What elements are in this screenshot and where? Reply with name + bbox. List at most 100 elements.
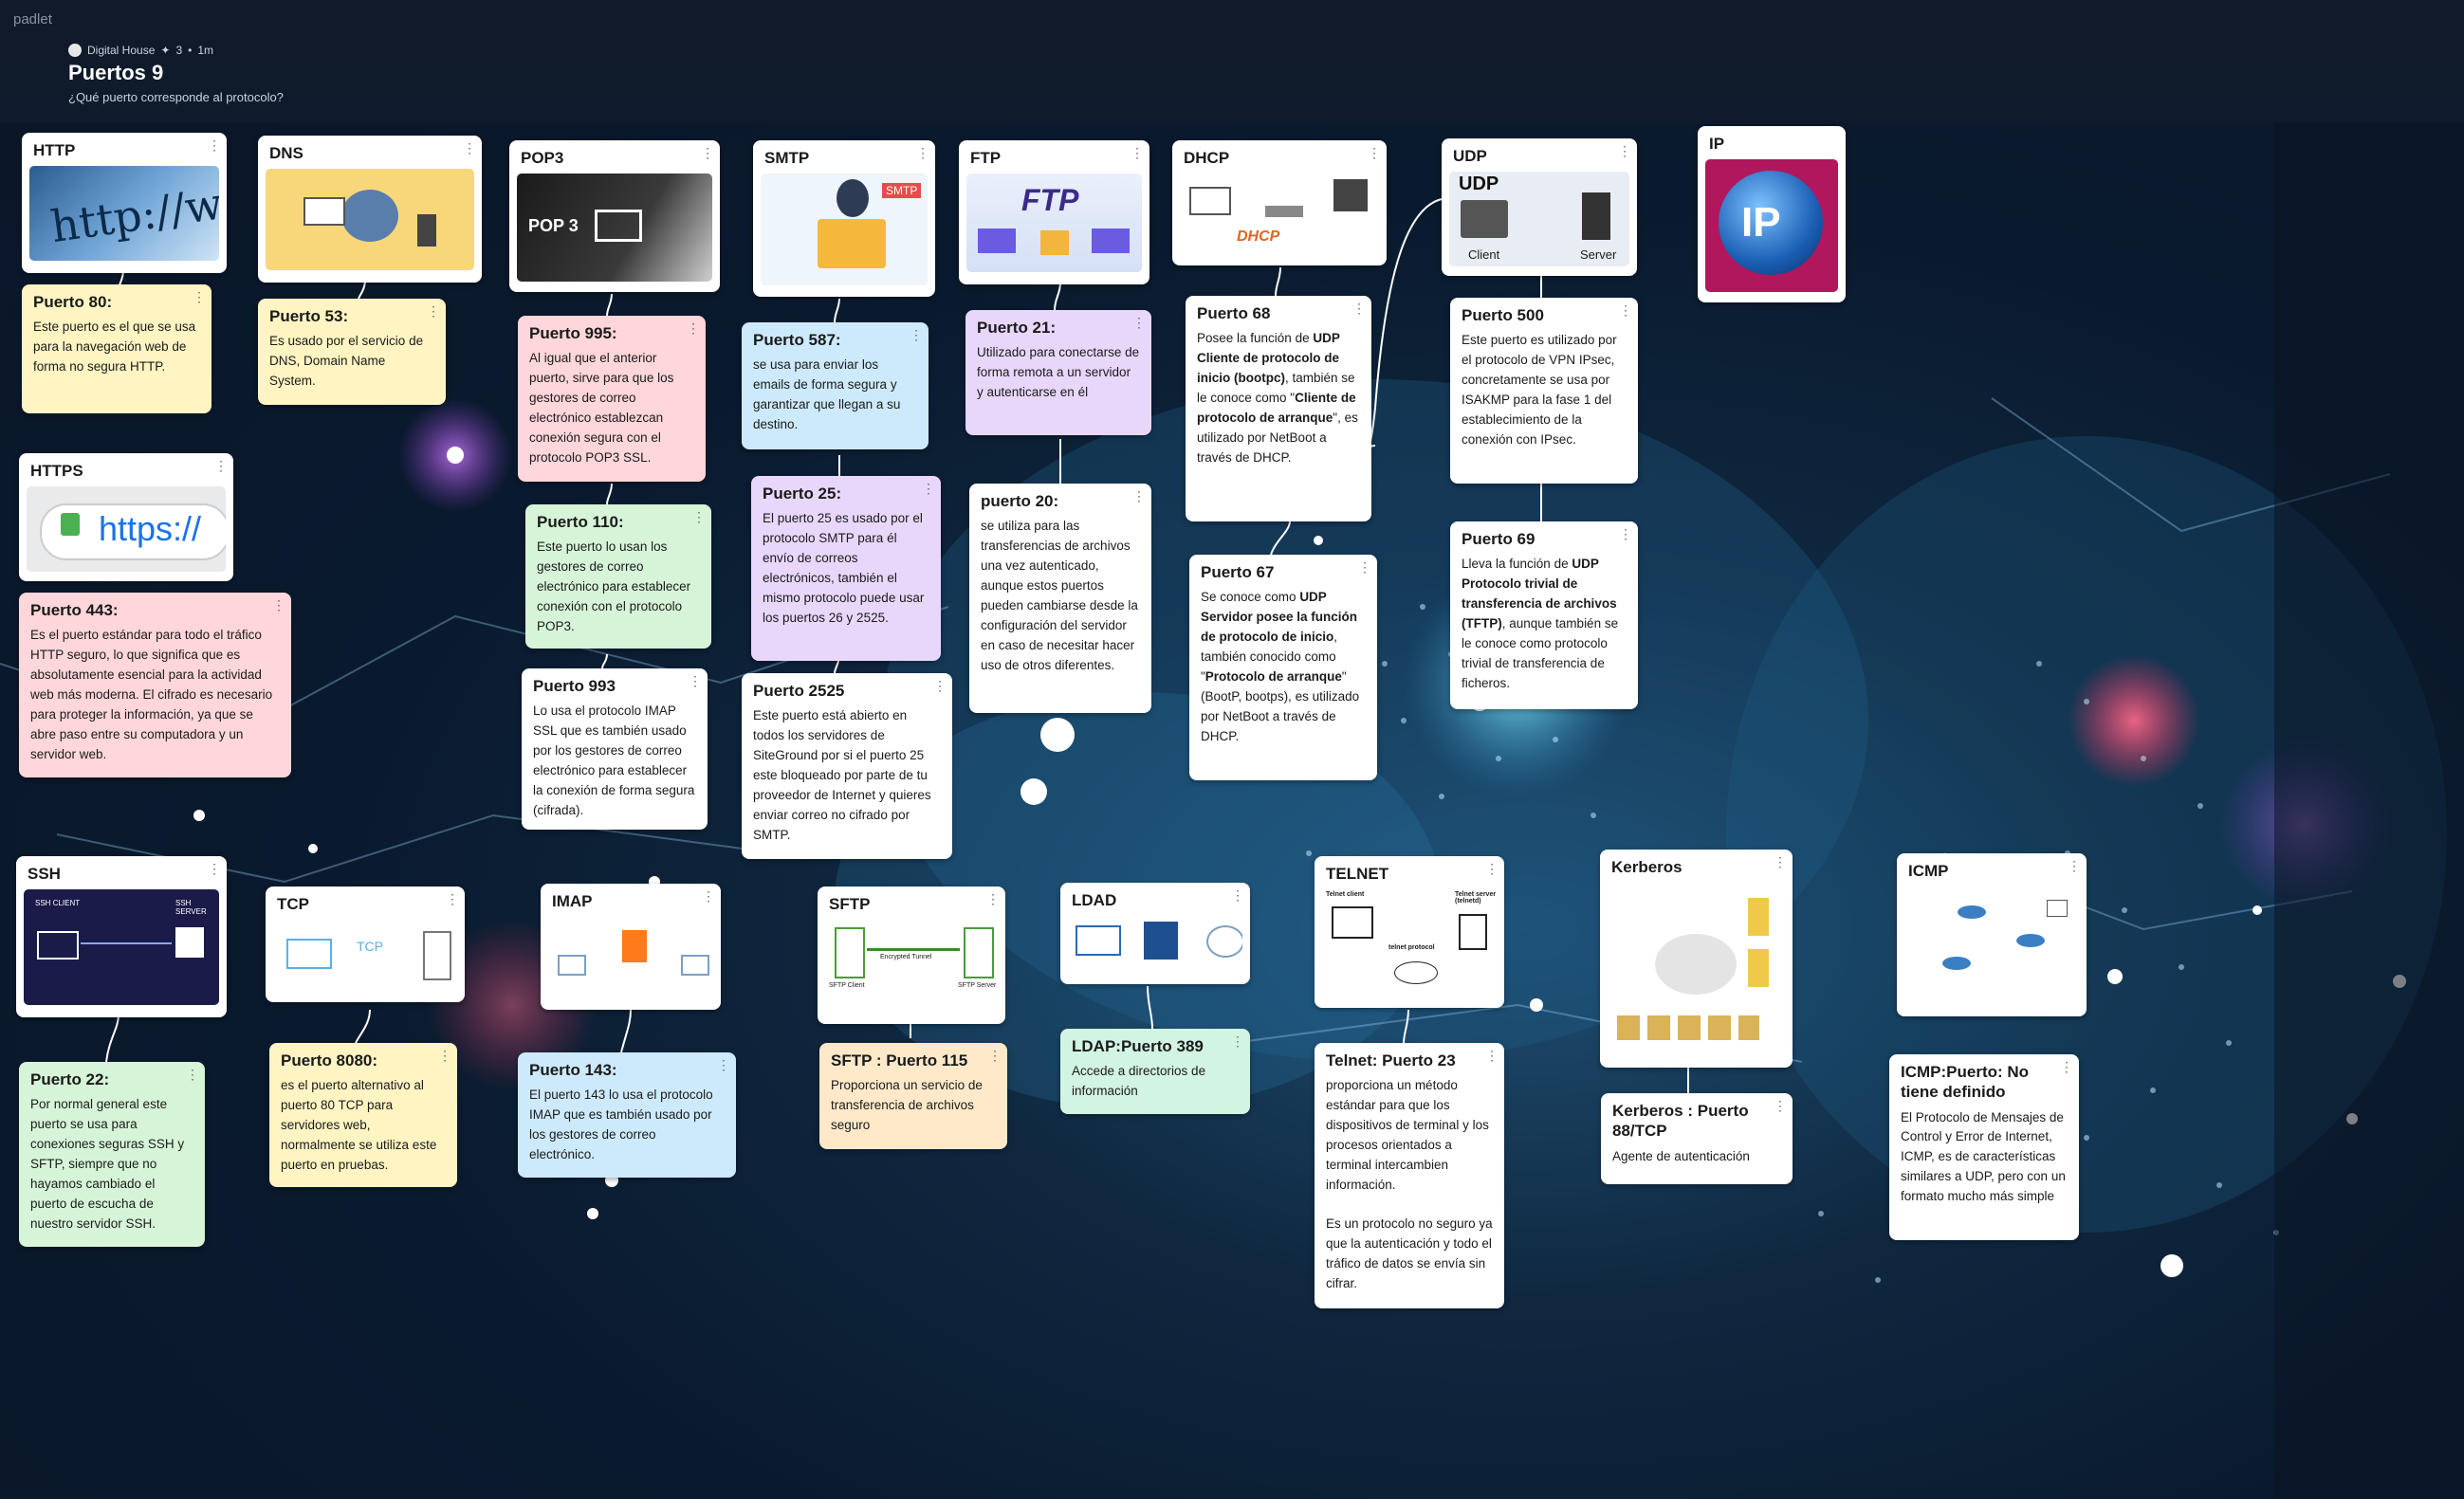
- card-pop3[interactable]: POP3 ⋮ POP 3: [509, 140, 720, 292]
- note-port-69[interactable]: Puerto 69 ⋮ Lleva la función de UDP Prot…: [1450, 521, 1638, 709]
- more-icon[interactable]: ⋮: [1774, 855, 1787, 868]
- more-icon[interactable]: ⋮: [208, 138, 221, 152]
- note-port-80[interactable]: Puerto 80: ⋮ Este puerto es el que se us…: [22, 284, 211, 413]
- more-icon[interactable]: ⋮: [717, 1058, 730, 1071]
- note-body: Es el puerto estándar para todo el tráfi…: [30, 628, 273, 761]
- note-body: Se conoce como UDP Servidor posee la fun…: [1201, 590, 1360, 743]
- card-ip[interactable]: IP IP: [1698, 126, 1846, 302]
- card-title: TELNET: [1326, 865, 1389, 883]
- card-smtp[interactable]: SMTP ⋮ SMTP: [753, 140, 935, 297]
- more-icon[interactable]: ⋮: [186, 1068, 199, 1081]
- more-icon[interactable]: ⋮: [1352, 302, 1366, 315]
- more-icon[interactable]: ⋮: [1485, 862, 1499, 875]
- more-icon[interactable]: ⋮: [1774, 1099, 1787, 1112]
- note-icmp[interactable]: ICMP:Puerto: No tiene definido ⋮ El Prot…: [1889, 1054, 2079, 1240]
- note-port-23[interactable]: Telnet: Puerto 23 ⋮ proporciona un métod…: [1315, 1043, 1504, 1308]
- more-icon[interactable]: ⋮: [463, 141, 476, 155]
- card-sftp[interactable]: SFTP ⋮ Encrypted Tunnel SFTP Client SFTP…: [818, 887, 1005, 1024]
- card-ldad[interactable]: LDAD ⋮: [1060, 883, 1250, 984]
- more-icon[interactable]: ⋮: [438, 1049, 451, 1062]
- note-port-110[interactable]: Puerto 110: ⋮ Este puerto lo usan los ge…: [525, 504, 711, 649]
- card-title: DHCP: [1184, 149, 1230, 167]
- more-icon[interactable]: ⋮: [988, 1049, 1002, 1062]
- more-icon[interactable]: ⋮: [193, 290, 206, 303]
- note-port-8080[interactable]: Puerto 8080: ⋮ es el puerto alternativo …: [269, 1043, 457, 1187]
- card-ftp[interactable]: FTP ⋮ FTP: [959, 140, 1149, 284]
- note-port-995[interactable]: Puerto 995: ⋮ Al igual que el anterior p…: [518, 316, 706, 482]
- note-port-22[interactable]: Puerto 22: ⋮ Por normal general este pue…: [19, 1062, 205, 1247]
- note-port-2525[interactable]: Puerto 2525 ⋮ Este puerto está abierto e…: [742, 673, 952, 859]
- more-icon[interactable]: ⋮: [1132, 316, 1146, 329]
- note-port-25[interactable]: Puerto 25: ⋮ El puerto 25 es usado por e…: [751, 476, 941, 661]
- note-body: Por normal general este puerto se usa pa…: [30, 1097, 185, 1231]
- card-title: HTTP: [33, 141, 76, 159]
- card-telnet[interactable]: TELNET ⋮ Telnet client Telnet server (te…: [1315, 856, 1504, 1008]
- more-icon[interactable]: ⋮: [702, 889, 715, 903]
- author-name[interactable]: Digital House: [87, 44, 155, 57]
- note-port-53[interactable]: Puerto 53: ⋮ Es usado por el servicio de…: [258, 299, 446, 405]
- more-icon[interactable]: ⋮: [208, 862, 221, 875]
- card-dhcp[interactable]: DHCP ⋮ DHCP: [1172, 140, 1387, 265]
- more-icon[interactable]: ⋮: [1619, 303, 1632, 317]
- note-port-21[interactable]: Puerto 21: ⋮ Utilizado para conectarse d…: [965, 310, 1151, 435]
- board-meta: Digital House ✦ 3 • 1m: [68, 44, 213, 57]
- board-header: padlet Digital House ✦ 3 • 1m Puertos 9 …: [0, 0, 2464, 123]
- note-port-443[interactable]: Puerto 443: ⋮ Es el puerto estándar para…: [19, 593, 291, 777]
- note-port-587[interactable]: Puerto 587: ⋮ se usa para enviar los ema…: [742, 322, 929, 449]
- more-icon[interactable]: ⋮: [1358, 560, 1371, 574]
- note-port-993[interactable]: Puerto 993 ⋮ Lo usa el protocolo IMAP SS…: [522, 668, 708, 830]
- note-port-500[interactable]: Puerto 500 ⋮ Este puerto es utilizado po…: [1450, 298, 1638, 484]
- heart-icon[interactable]: ✦: [160, 44, 170, 57]
- card-icmp[interactable]: ICMP ⋮: [1897, 853, 2087, 1016]
- note-title: Kerberos : Puerto 88/TCP: [1612, 1102, 1749, 1141]
- more-icon[interactable]: ⋮: [933, 679, 947, 692]
- more-icon[interactable]: ⋮: [916, 146, 929, 159]
- note-port-115[interactable]: SFTP : Puerto 115 ⋮ Proporciona un servi…: [819, 1043, 1007, 1149]
- note-port-389[interactable]: LDAP:Puerto 389 ⋮ Accede a directorios d…: [1060, 1029, 1250, 1114]
- note-title: puerto 20:: [981, 492, 1059, 510]
- more-icon[interactable]: ⋮: [2068, 859, 2081, 872]
- card-ssh[interactable]: SSH ⋮ SSH CLIENT SSH SERVER: [16, 856, 227, 1017]
- more-icon[interactable]: ⋮: [1619, 527, 1632, 540]
- card-title: SSH: [28, 865, 61, 883]
- sftp-image: Encrypted Tunnel SFTP Client SFTP Server: [825, 920, 998, 1014]
- note-port-68[interactable]: Puerto 68 ⋮ Posee la función de UDP Clie…: [1186, 296, 1371, 521]
- note-title: Puerto 8080:: [281, 1051, 378, 1069]
- more-icon[interactable]: ⋮: [701, 146, 714, 159]
- more-icon[interactable]: ⋮: [1231, 1034, 1244, 1048]
- more-icon[interactable]: ⋮: [1131, 146, 1144, 159]
- note-port-67[interactable]: Puerto 67 ⋮ Se conoce como UDP Servidor …: [1189, 555, 1377, 780]
- card-dns[interactable]: DNS ⋮: [258, 136, 482, 283]
- note-title: Puerto 443:: [30, 601, 119, 619]
- more-icon[interactable]: ⋮: [687, 321, 700, 335]
- padlet-logo[interactable]: padlet: [13, 11, 52, 27]
- more-icon[interactable]: ⋮: [1485, 1049, 1499, 1062]
- more-icon[interactable]: ⋮: [689, 674, 702, 687]
- more-icon[interactable]: ⋮: [910, 328, 923, 341]
- more-icon[interactable]: ⋮: [692, 510, 706, 523]
- more-icon[interactable]: ⋮: [986, 892, 1000, 905]
- card-https[interactable]: HTTPS ⋮ https://: [19, 453, 233, 581]
- more-icon[interactable]: ⋮: [1618, 144, 1631, 157]
- card-title: HTTPS: [30, 462, 83, 480]
- card-udp[interactable]: UDP ⋮ UDP Client Server: [1442, 138, 1637, 276]
- more-icon[interactable]: ⋮: [214, 459, 228, 472]
- note-port-20[interactable]: puerto 20: ⋮ se utiliza para las transfe…: [969, 484, 1151, 713]
- card-http[interactable]: HTTP ⋮ http://ww: [22, 133, 227, 273]
- note-port-143[interactable]: Puerto 143: ⋮ El puerto 143 lo usa el pr…: [518, 1052, 736, 1178]
- more-icon[interactable]: ⋮: [427, 304, 440, 318]
- more-icon[interactable]: ⋮: [1368, 146, 1381, 159]
- card-imap[interactable]: IMAP ⋮: [541, 884, 721, 1010]
- card-kerberos[interactable]: Kerberos ⋮: [1600, 850, 1793, 1068]
- more-icon[interactable]: ⋮: [1132, 489, 1146, 503]
- more-icon[interactable]: ⋮: [922, 482, 935, 495]
- more-icon[interactable]: ⋮: [446, 892, 459, 905]
- author-avatar[interactable]: [68, 44, 82, 57]
- card-tcp[interactable]: TCP ⋮ TCP: [266, 887, 465, 1002]
- note-port-88[interactable]: Kerberos : Puerto 88/TCP ⋮ Agente de aut…: [1601, 1093, 1793, 1184]
- more-icon[interactable]: ⋮: [1231, 888, 1244, 902]
- more-icon[interactable]: ⋮: [2060, 1060, 2073, 1073]
- note-title: Puerto 995:: [529, 324, 617, 342]
- more-icon[interactable]: ⋮: [272, 598, 285, 612]
- card-title: SFTP: [829, 895, 871, 913]
